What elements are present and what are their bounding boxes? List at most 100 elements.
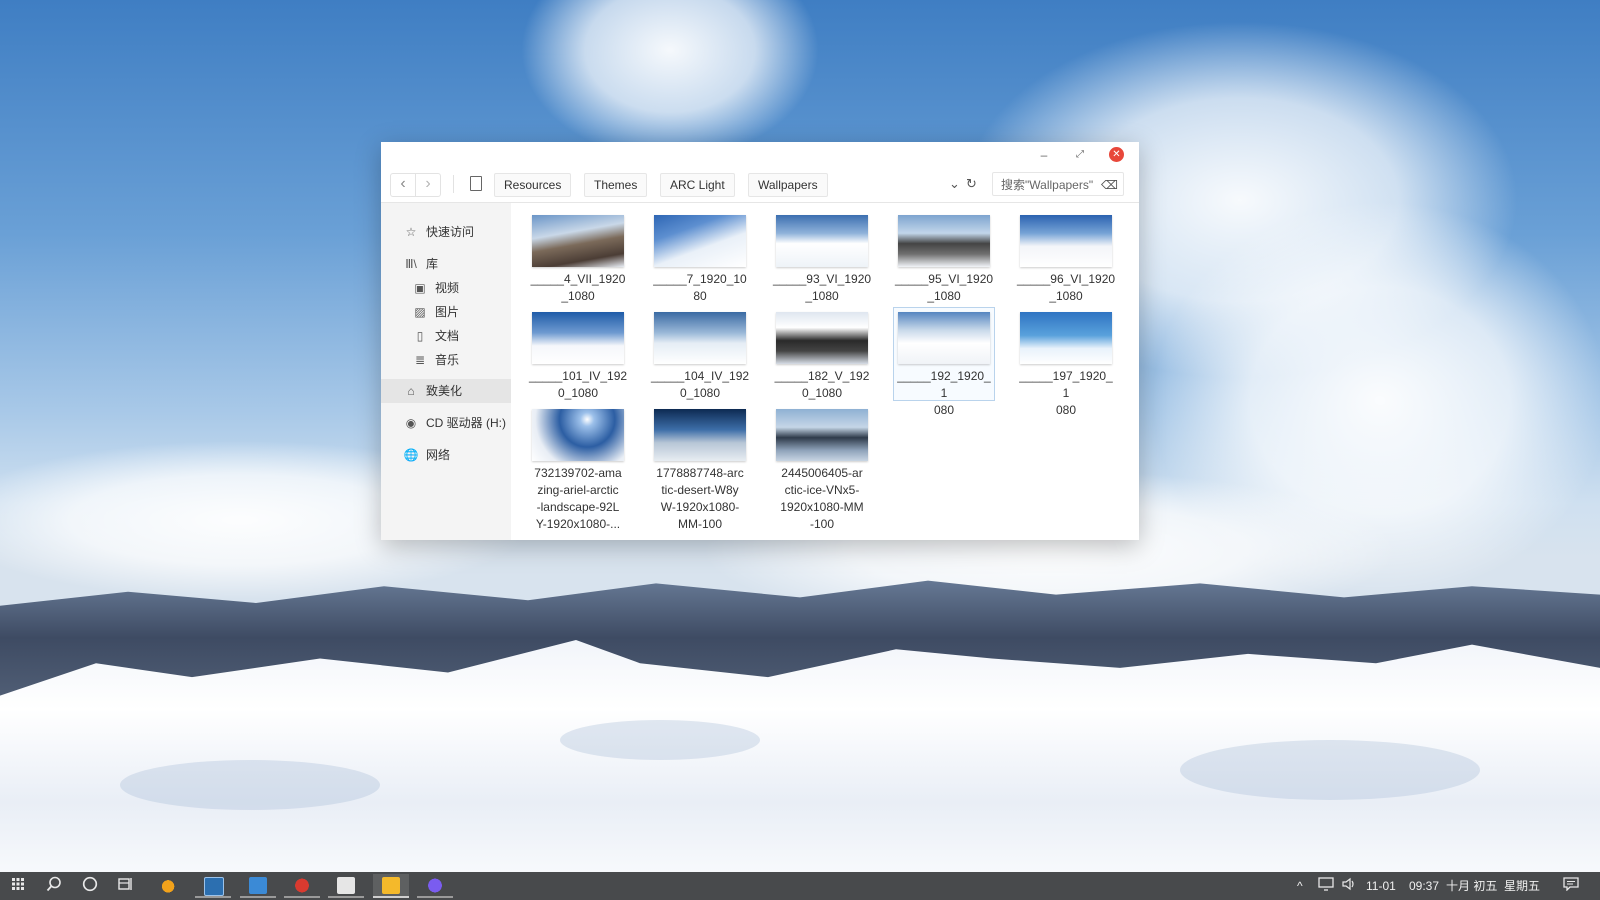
file-name: _____182_V_192 0_1080 bbox=[774, 369, 870, 400]
sidebar-item-pictures[interactable]: ▨ 图片 bbox=[381, 300, 511, 324]
notepad-icon bbox=[337, 877, 355, 894]
running-indicator bbox=[195, 896, 231, 898]
time-text[interactable]: 09:37 bbox=[1409, 877, 1439, 895]
volume-icon[interactable] bbox=[1341, 877, 1357, 896]
file-name: 1778887748-arc tic-desert-W8y W-1920x1080-… bbox=[656, 466, 744, 531]
sidebar-item-label: 库 bbox=[426, 257, 439, 271]
chevron-down-icon[interactable]: ⌄ bbox=[949, 176, 960, 192]
image-thumbnail bbox=[776, 312, 868, 364]
snow-shadow bbox=[120, 760, 380, 810]
netease-music-icon bbox=[293, 877, 311, 894]
date-text[interactable]: 11-01 bbox=[1366, 877, 1396, 895]
running-indicator bbox=[328, 896, 364, 898]
breadcrumb-wallpapers[interactable]: Wallpapers bbox=[748, 173, 828, 197]
image-thumbnail bbox=[532, 215, 624, 267]
sidebar-item-label: 图片 bbox=[435, 305, 460, 319]
file-name: _____4_VII_1920 _1080 bbox=[530, 272, 626, 303]
file-item-selected[interactable]: _____192_1920_1 080 bbox=[893, 307, 995, 417]
title-bar[interactable]: – ⤢ ✕ bbox=[381, 142, 1139, 166]
chevron-up-icon[interactable]: ^ bbox=[1297, 877, 1303, 895]
image-thumbnail bbox=[898, 215, 990, 267]
breadcrumb-arc-light[interactable]: ARC Light bbox=[660, 173, 735, 197]
file-item[interactable]: _____197_1920_1 080 bbox=[1016, 308, 1116, 417]
sidebar-item-quick-access[interactable]: ☆ 快速访问 bbox=[381, 220, 511, 244]
back-button[interactable]: ‹ bbox=[390, 173, 416, 197]
cloud bbox=[520, 0, 820, 160]
image-thumbnail bbox=[1020, 312, 1112, 364]
music-icon: ≣ bbox=[414, 353, 426, 367]
taskbar-app-window[interactable] bbox=[240, 874, 276, 898]
running-indicator bbox=[284, 896, 320, 898]
close-button[interactable]: ✕ bbox=[1109, 147, 1124, 162]
image-thumbnail bbox=[532, 409, 624, 461]
taskbar-app-orange[interactable] bbox=[151, 874, 187, 898]
breadcrumb-resources[interactable]: Resources bbox=[494, 173, 572, 197]
snow-shadow bbox=[1180, 740, 1480, 800]
taskbar-app-photoshop[interactable] bbox=[195, 874, 231, 898]
sidebar-item-videos[interactable]: ▣ 视频 bbox=[381, 276, 511, 300]
maximize-button[interactable]: ⤢ bbox=[1071, 146, 1089, 164]
file-item[interactable]: _____95_VI_1920 _1080 bbox=[894, 211, 994, 303]
running-indicator bbox=[240, 896, 276, 898]
disc-icon: ◉ bbox=[405, 416, 417, 430]
file-name: _____197_1920_1 080 bbox=[1019, 369, 1113, 417]
weekday-text[interactable]: 星期五 bbox=[1504, 877, 1540, 895]
document-icon: ▯ bbox=[416, 329, 424, 343]
taskbar: ^ 11-01 09:37 十月 初五 星期五 bbox=[0, 872, 1600, 900]
file-item[interactable]: _____182_V_192 0_1080 bbox=[772, 308, 872, 400]
sidebar: ☆ 快速访问 Ⅲ\ 库 ▣ 视频 ▨ 图片 ▯ 文档 ≣ 音乐 ⌂ 致美化 ◉ bbox=[381, 203, 511, 540]
video-icon: ▣ bbox=[414, 281, 426, 295]
taskbar-app-music[interactable] bbox=[284, 874, 320, 898]
file-grid: _____4_VII_1920 _1080 _____7_1920_10 80 __… bbox=[511, 203, 1139, 540]
search-icon[interactable] bbox=[43, 876, 65, 896]
file-item[interactable]: _____93_VI_1920 _1080 bbox=[772, 211, 872, 303]
toolbar: ‹ › Resources Themes ARC Light Wallpaper… bbox=[381, 164, 1139, 203]
chrome-icon bbox=[426, 877, 444, 894]
sidebar-item-this-pc[interactable]: ⌂ 致美化 bbox=[381, 379, 511, 403]
refresh-icon[interactable]: ↻ bbox=[966, 176, 977, 192]
app-orange-icon bbox=[160, 877, 178, 894]
file-item[interactable]: _____7_1920_10 80 bbox=[650, 211, 750, 303]
taskbar-app-browser[interactable] bbox=[417, 874, 453, 898]
file-name: 732139702-ama zing-ariel-arctic -landscape… bbox=[534, 466, 622, 531]
sidebar-item-cd-drive[interactable]: ◉ CD 驱动器 (H:) bbox=[381, 411, 511, 435]
image-thumbnail bbox=[776, 409, 868, 461]
file-item[interactable]: 732139702-ama zing-ariel-arctic -landscape… bbox=[528, 405, 628, 531]
task-view-icon[interactable] bbox=[115, 876, 137, 896]
image-thumbnail bbox=[898, 312, 990, 364]
star-icon: ☆ bbox=[405, 225, 417, 239]
file-item[interactable]: _____4_VII_1920 _1080 bbox=[528, 211, 628, 303]
forward-button[interactable]: › bbox=[415, 173, 441, 197]
sidebar-item-network[interactable]: 🌐 网络 bbox=[381, 443, 511, 467]
sidebar-item-documents[interactable]: ▯ 文档 bbox=[381, 324, 511, 348]
image-thumbnail bbox=[654, 215, 746, 267]
breadcrumb-themes[interactable]: Themes bbox=[584, 173, 648, 197]
sidebar-item-label: 快速访问 bbox=[426, 225, 475, 239]
image-icon: ▨ bbox=[414, 305, 426, 319]
apps-grid-icon[interactable] bbox=[7, 876, 29, 896]
network-icon[interactable] bbox=[1318, 877, 1334, 896]
laptop-icon: ⌂ bbox=[407, 384, 415, 398]
lunar-date-text[interactable]: 十月 初五 bbox=[1446, 877, 1497, 895]
clear-icon[interactable]: ⌫ bbox=[1101, 173, 1118, 197]
sidebar-item-label: CD 驱动器 (H:) bbox=[426, 416, 506, 430]
taskbar-app-file-explorer[interactable] bbox=[373, 874, 409, 898]
sidebar-item-label: 致美化 bbox=[426, 384, 463, 398]
file-name: _____93_VI_1920 _1080 bbox=[772, 272, 872, 303]
device-icon[interactable] bbox=[470, 176, 482, 191]
file-item[interactable]: _____96_VI_1920 _1080 bbox=[1016, 211, 1116, 303]
search-placeholder: 搜索"Wallpapers" bbox=[1001, 178, 1094, 192]
search-input[interactable]: 搜索"Wallpapers" ⌫ bbox=[992, 172, 1124, 196]
window-icon bbox=[249, 877, 267, 894]
sidebar-item-library[interactable]: Ⅲ\ 库 bbox=[381, 252, 511, 276]
file-item[interactable]: 2445006405-ar ctic-ice-VNx5- 1920x1080-MM -… bbox=[772, 405, 872, 531]
file-item[interactable]: _____104_IV_192 0_1080 bbox=[650, 308, 750, 400]
minimize-button[interactable]: – bbox=[1035, 146, 1053, 164]
sidebar-item-music[interactable]: ≣ 音乐 bbox=[381, 348, 511, 372]
notification-icon[interactable] bbox=[1563, 877, 1579, 896]
file-item[interactable]: _____101_IV_192 0_1080 bbox=[528, 308, 628, 400]
file-name: _____96_VI_1920 _1080 bbox=[1016, 272, 1116, 303]
taskbar-app-notepad[interactable] bbox=[328, 874, 364, 898]
file-item[interactable]: 1778887748-arc tic-desert-W8y W-1920x1080-… bbox=[650, 405, 750, 531]
circle-icon[interactable] bbox=[79, 876, 101, 896]
